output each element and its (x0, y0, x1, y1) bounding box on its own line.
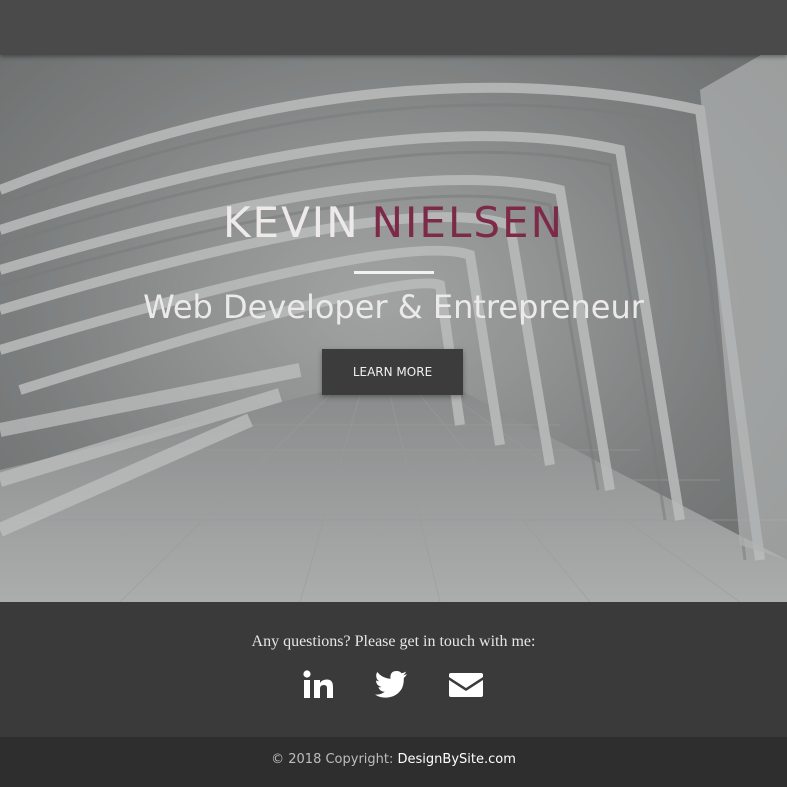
footer-site-link[interactable]: DesignBySite.com (398, 752, 516, 767)
hero-section: KEVIN NIELSEN Web Developer & Entrepreneu… (0, 0, 787, 602)
hero-name: KEVIN NIELSEN (0, 198, 787, 247)
contact-section: Any questions? Please get in touch with … (0, 602, 787, 737)
hero-subtitle: Web Developer & Entrepreneur (143, 288, 644, 326)
title-divider (354, 271, 434, 274)
envelope-icon[interactable] (448, 670, 484, 704)
last-name: NIELSEN (371, 198, 564, 247)
top-navbar (0, 0, 787, 55)
twitter-icon[interactable] (374, 670, 410, 704)
copyright-text: © 2018 Copyright: (271, 752, 398, 767)
learn-more-button[interactable]: LEARN MORE (322, 349, 463, 395)
linkedin-icon[interactable] (302, 670, 338, 704)
hero-content: KEVIN NIELSEN Web Developer & Entrepreneu… (0, 0, 787, 602)
footer: © 2018 Copyright: DesignBySite.com (0, 737, 787, 787)
contact-prompt: Any questions? Please get in touch with … (251, 633, 536, 650)
footer-copyright: © 2018 Copyright: DesignBySite.com (0, 752, 787, 767)
first-name: KEVIN (223, 198, 360, 247)
social-links (0, 670, 787, 704)
